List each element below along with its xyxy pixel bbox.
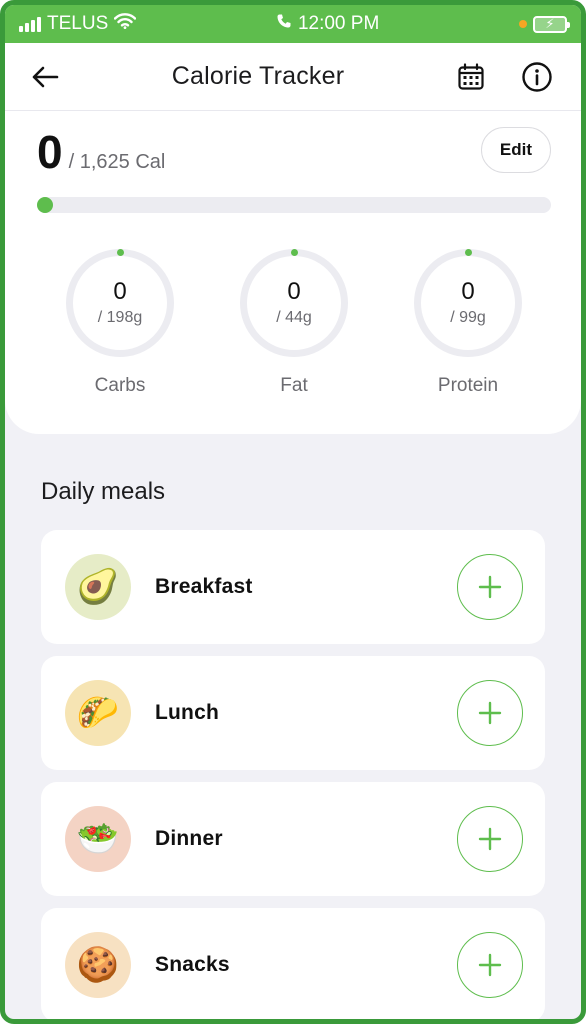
carbs-ring: 0 / 198g xyxy=(66,249,174,357)
fat-goal: / 44g xyxy=(276,309,312,327)
calendar-icon[interactable] xyxy=(457,62,485,91)
status-left: TELUS xyxy=(19,13,137,35)
add-breakfast-button[interactable] xyxy=(457,554,523,620)
carbs-value: 0 xyxy=(113,277,127,305)
taco-icon: 🌮 xyxy=(65,680,131,746)
arrow-left-icon[interactable] xyxy=(31,65,59,89)
fat-value: 0 xyxy=(287,277,301,305)
cookie-icon: 🍪 xyxy=(65,932,131,998)
avocado-icon: 🥑 xyxy=(65,554,131,620)
calorie-progress-bar xyxy=(37,197,551,213)
meal-name: Dinner xyxy=(155,827,223,850)
battery-charging-icon: ⚡ xyxy=(532,15,570,33)
meal-card-dinner[interactable]: 🥗 Dinner xyxy=(41,782,545,896)
calorie-row: 0 / 1,625 Cal Edit xyxy=(37,127,551,175)
info-icon[interactable] xyxy=(521,61,553,93)
phone-icon xyxy=(276,13,292,35)
protein-goal: / 99g xyxy=(450,309,486,327)
nav-bar: Calorie Tracker xyxy=(5,43,581,111)
nav-actions xyxy=(457,61,553,93)
signal-bars-icon xyxy=(19,16,41,32)
plus-icon xyxy=(478,575,502,599)
status-bar: TELUS 12:00 PM ⚡ xyxy=(5,5,581,43)
plus-icon xyxy=(478,953,502,977)
carrier-name: TELUS xyxy=(47,13,109,34)
plus-icon xyxy=(478,701,502,725)
calorie-count: 0 / 1,625 Cal xyxy=(37,129,165,175)
protein-value: 0 xyxy=(461,277,475,305)
page-title: Calorie Tracker xyxy=(171,62,345,90)
meal-card-snacks[interactable]: 🍪 Snacks xyxy=(41,908,545,1019)
carbs-ring-progress xyxy=(116,249,124,256)
add-snacks-button[interactable] xyxy=(457,932,523,998)
macro-rings: 0 / 198g Carbs 0 / 44g Fat 0 / 99g Prote… xyxy=(37,249,551,397)
macro-fat: 0 / 44g Fat xyxy=(239,249,349,397)
add-dinner-button[interactable] xyxy=(457,806,523,872)
status-time: 12:00 PM xyxy=(297,13,380,34)
section-title: Daily meals xyxy=(41,478,166,505)
carbs-goal: / 198g xyxy=(97,309,143,327)
privacy-indicator-dot xyxy=(518,20,527,28)
meal-name: Breakfast xyxy=(155,575,253,598)
status-right: ⚡ xyxy=(518,15,570,33)
calories-consumed: 0 xyxy=(37,126,63,178)
calorie-progress-fill xyxy=(37,197,53,213)
meal-name: Snacks xyxy=(155,953,230,976)
fat-label: Fat xyxy=(280,375,308,396)
meal-card-breakfast[interactable]: 🥑 Breakfast xyxy=(41,530,545,644)
fat-ring-progress xyxy=(290,249,298,256)
macro-carbs: 0 / 198g Carbs xyxy=(65,249,175,397)
salad-bowl-icon: 🥗 xyxy=(65,806,131,872)
macro-protein: 0 / 99g Protein xyxy=(413,249,523,397)
status-center: 12:00 PM xyxy=(276,13,379,35)
fat-ring: 0 / 44g xyxy=(240,249,348,357)
protein-label: Protein xyxy=(437,375,499,396)
app-frame: TELUS 12:00 PM ⚡ Calorie Tracker 0 / 1,6… xyxy=(0,0,586,1024)
carbs-label: Carbs xyxy=(94,375,146,396)
protein-ring: 0 / 99g xyxy=(414,249,522,357)
meal-name: Lunch xyxy=(155,701,219,724)
add-lunch-button[interactable] xyxy=(457,680,523,746)
meal-card-lunch[interactable]: 🌮 Lunch xyxy=(41,656,545,770)
calories-goal: / 1,625 Cal xyxy=(68,151,166,173)
protein-ring-progress xyxy=(464,249,472,256)
edit-button[interactable]: Edit xyxy=(480,127,551,173)
wifi-icon xyxy=(114,13,137,35)
daily-meals-section: Daily meals 🥑 Breakfast 🌮 Lunch 🥗 Dinner… xyxy=(5,434,581,1019)
plus-icon xyxy=(478,827,502,851)
calorie-summary-card: 0 / 1,625 Cal Edit 0 / 198g Carbs 0 / 44… xyxy=(5,111,581,434)
